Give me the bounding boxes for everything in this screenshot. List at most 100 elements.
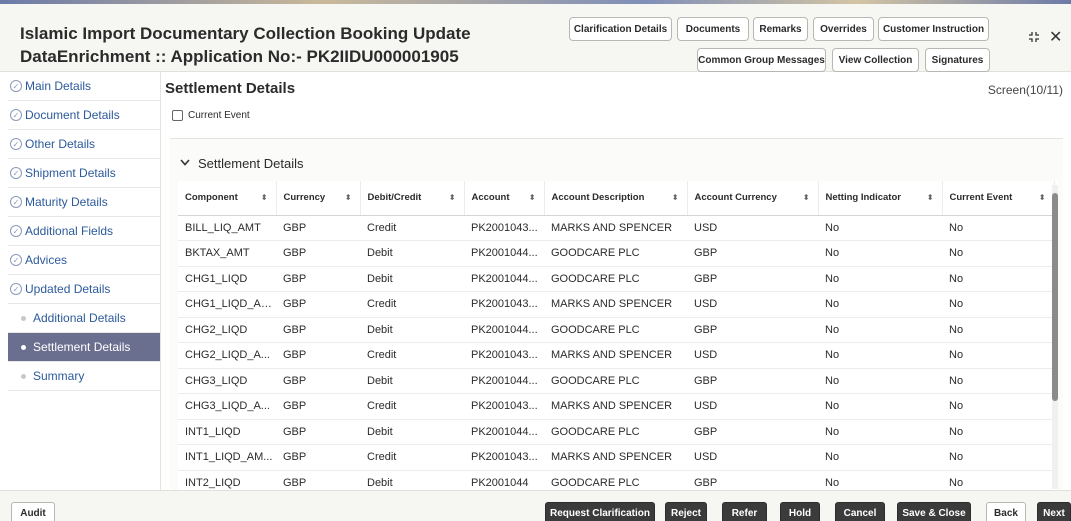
sidebar-item-summary[interactable]: Summary — [8, 362, 160, 391]
table-scrollbar[interactable] — [1052, 185, 1058, 489]
table-row[interactable]: CHG3_LIQD GBP Debit PK2001044... GOODCARE PL… — [178, 368, 1054, 394]
documents-button[interactable]: Documents — [677, 17, 749, 41]
cell-account: PK2001043... — [464, 393, 544, 420]
sort-icon[interactable]: ⬍ — [449, 193, 456, 202]
cell-currency: GBP — [276, 419, 360, 445]
cell-netting-indicator: No — [818, 215, 942, 241]
sidebar-item-advices[interactable]: ✓ Advices — [8, 246, 160, 275]
overrides-button[interactable]: Overrides — [813, 17, 874, 41]
cell-currency: GBP — [276, 215, 360, 241]
cell-account: PK2001044... — [464, 240, 544, 267]
sort-icon[interactable]: ⬍ — [927, 193, 934, 202]
cell-account: PK2001044... — [464, 317, 544, 343]
cell-account-currency: GBP — [687, 317, 818, 343]
sidebar-item-document-details[interactable]: ✓ Document Details — [8, 101, 160, 130]
sort-icon[interactable]: ⬍ — [345, 193, 352, 202]
cell-currency: GBP — [276, 240, 360, 267]
cell-component: CHG1_LIQD_AM... — [178, 291, 276, 318]
cell-currency: GBP — [276, 342, 360, 369]
table-row[interactable]: INT1_LIQD GBP Debit PK2001044... GOODCARE PL… — [178, 419, 1054, 445]
sidebar-item-label: Additional Details — [33, 311, 126, 325]
sidebar-item-maturity-details[interactable]: ✓ Maturity Details — [8, 188, 160, 217]
refer-button[interactable]: Refer — [722, 502, 767, 521]
sort-icon[interactable]: ⬍ — [529, 193, 536, 202]
page-header: Islamic Import Documentary Collection Bo… — [0, 4, 1071, 72]
sidebar-item-label: Other Details — [25, 137, 96, 151]
remarks-button[interactable]: Remarks — [753, 17, 808, 41]
cell-account: PK2001043... — [464, 342, 544, 369]
main-content: Settlement Details Screen(10/11) Current… — [162, 72, 1071, 491]
check-circle-icon: ✓ — [10, 138, 22, 150]
sidebar-item-main-details[interactable]: ✓ Main Details — [8, 72, 160, 101]
request-clarification-button[interactable]: Request Clarification — [545, 502, 655, 521]
cell-account: PK2001044... — [464, 419, 544, 445]
cell-account-currency: USD — [687, 215, 818, 241]
current-event-checkbox-wrap[interactable]: Current Event — [172, 110, 250, 121]
column-header-account[interactable]: Account ⬍ — [464, 181, 545, 216]
cell-account: PK2001044... — [464, 266, 544, 292]
page-footer: Audit Request Clarification Reject Refer… — [0, 490, 1071, 521]
table-scrollbar-thumb[interactable] — [1052, 193, 1058, 401]
table-row[interactable]: CHG1_LIQD_AM... GBP Credit PK2001043... MARK… — [178, 291, 1054, 318]
column-header-component[interactable]: Component ⬍ — [178, 181, 277, 216]
table-row[interactable]: BILL_LIQ_AMT GBP Credit PK2001043... MARKS A… — [178, 215, 1054, 241]
signatures-button[interactable]: Signatures — [925, 48, 990, 72]
column-header-account-currency[interactable]: Account Currency ⬍ — [687, 181, 819, 216]
sidebar-item-additional-details[interactable]: Additional Details — [8, 304, 160, 333]
sort-icon[interactable]: ⬍ — [803, 193, 810, 202]
audit-button[interactable]: Audit — [11, 502, 55, 521]
table-row[interactable]: CHG1_LIQD GBP Debit PK2001044... GOODCARE PL… — [178, 266, 1054, 292]
cell-netting-indicator: No — [818, 240, 942, 267]
column-header-debit-credit[interactable]: Debit/Credit ⬍ — [360, 181, 465, 216]
sidebar-item-label: Settlement Details — [33, 340, 131, 354]
cell-account-currency: GBP — [687, 368, 818, 394]
table-row[interactable]: INT2_LIQD GBP Debit PK2001044 GOODCARE PLC GB… — [178, 470, 1054, 491]
table-row[interactable]: CHG3_LIQD_A... GBP Credit PK2001043... MARKS… — [178, 393, 1054, 420]
cell-account-currency: USD — [687, 342, 818, 369]
cell-current-event: No — [942, 393, 1054, 420]
column-header-currency[interactable]: Currency ⬍ — [276, 181, 361, 216]
settlement-panel: Settlement Details Component ⬍ Currency ⬍ … — [170, 138, 1063, 491]
sidebar-item-settlement-details[interactable]: Settlement Details — [8, 333, 160, 362]
sidebar-item-other-details[interactable]: ✓ Other Details — [8, 130, 160, 159]
column-header-account-description[interactable]: Account Description ⬍ — [544, 181, 688, 216]
sidebar-item-updated-details[interactable]: ✓ Updated Details — [8, 275, 160, 304]
cell-netting-indicator: No — [818, 317, 942, 343]
column-header-current-event[interactable]: Current Event ⬍ — [942, 181, 1055, 216]
column-header-netting-indicator[interactable]: Netting Indicator ⬍ — [818, 181, 943, 216]
sort-icon[interactable]: ⬍ — [1039, 193, 1046, 202]
cell-account-currency: USD — [687, 444, 818, 471]
sort-icon[interactable]: ⬍ — [261, 193, 268, 202]
resize-icon[interactable] — [1028, 30, 1040, 46]
cell-current-event: No — [942, 240, 1054, 267]
sidebar-item-label: Advices — [25, 253, 68, 267]
view-collection-button[interactable]: View Collection — [832, 48, 919, 72]
sidebar-item-additional-fields[interactable]: ✓ Additional Fields — [8, 217, 160, 246]
cancel-button[interactable]: Cancel — [835, 502, 885, 521]
table-row[interactable]: INT1_LIQD_AM... GBP Credit PK2001043... MARK… — [178, 444, 1054, 471]
sort-icon[interactable]: ⬍ — [672, 193, 679, 202]
cell-netting-indicator: No — [818, 419, 942, 445]
back-button[interactable]: Back — [986, 502, 1026, 521]
sidebar-item-shipment-details[interactable]: ✓ Shipment Details — [8, 159, 160, 188]
settlement-table: Component ⬍ Currency ⬍ Debit/Credit ⬍ Accou… — [178, 181, 1055, 491]
cell-account-description: MARKS AND SPENCER — [544, 342, 687, 369]
next-button[interactable]: Next — [1037, 502, 1071, 521]
customer-instruction-button[interactable]: Customer Instruction — [878, 17, 989, 41]
reject-button[interactable]: Reject — [665, 502, 707, 521]
current-event-checkbox[interactable] — [172, 110, 183, 121]
table-row[interactable]: BKTAX_AMT GBP Debit PK2001044... GOODCARE PL… — [178, 240, 1054, 267]
save-close-button[interactable]: Save & Close — [897, 502, 971, 521]
cell-component: INT1_LIQD_AM... — [178, 444, 276, 471]
table-row[interactable]: CHG2_LIQD GBP Debit PK2001044... GOODCARE PL… — [178, 317, 1054, 343]
clarification-details-button[interactable]: Clarification Details — [569, 17, 672, 41]
close-icon[interactable]: ✕ — [1049, 27, 1062, 47]
settlement-section-toggle[interactable]: Settlement Details — [180, 156, 304, 171]
dot-icon — [21, 344, 26, 350]
table-row[interactable]: CHG2_LIQD_A... GBP Credit PK2001043... MARKS… — [178, 342, 1054, 369]
common-group-messages-button[interactable]: Common Group Messages — [697, 48, 826, 72]
cell-account-description: GOODCARE PLC — [544, 368, 687, 394]
cell-debit-credit: Debit — [360, 266, 464, 292]
current-event-label: Current Event — [188, 110, 250, 121]
hold-button[interactable]: Hold — [780, 502, 820, 521]
